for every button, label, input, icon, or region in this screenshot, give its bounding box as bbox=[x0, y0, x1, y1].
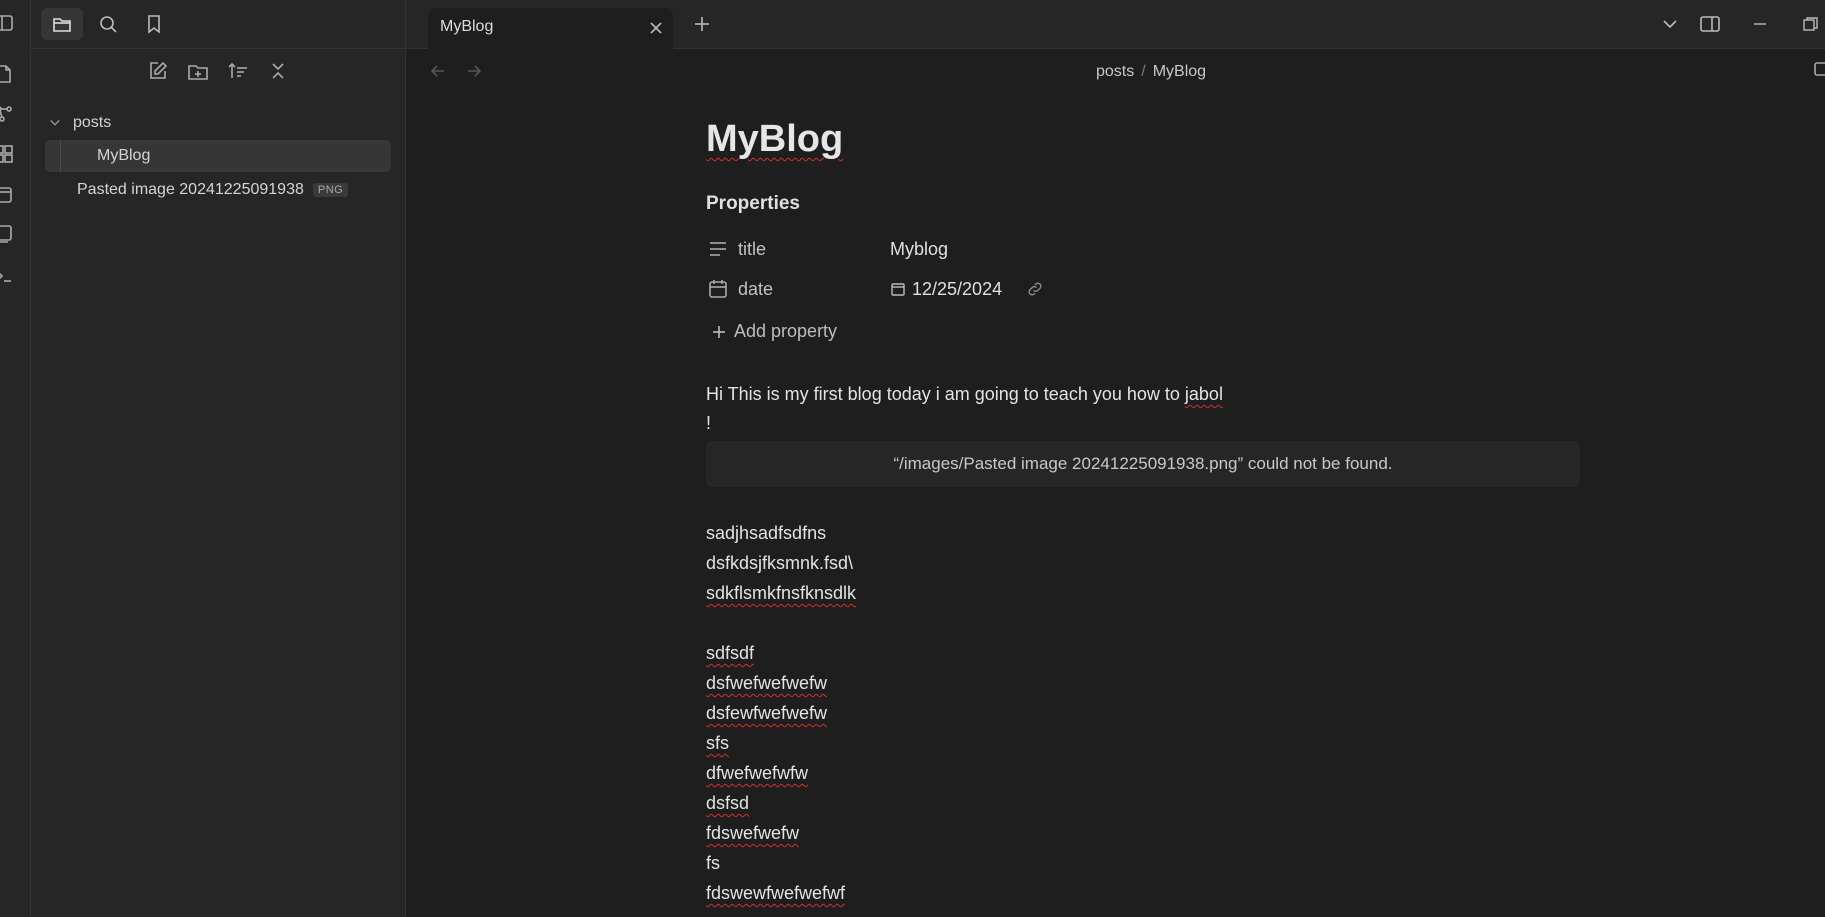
view-header: posts / MyBlog bbox=[406, 49, 1825, 97]
file-extension-badge: PNG bbox=[312, 183, 349, 197]
link-icon[interactable] bbox=[1026, 280, 1044, 298]
tree-file-pasted-image[interactable]: Pasted image 20241225091938 PNG bbox=[45, 174, 349, 206]
property-key[interactable]: title bbox=[706, 237, 890, 261]
right-sidebar-toggle-icon[interactable] bbox=[1699, 13, 1721, 35]
search-tab-button[interactable] bbox=[87, 8, 129, 40]
file-name: MyBlog bbox=[97, 147, 151, 164]
text-lines-icon bbox=[706, 237, 738, 261]
line-text: fdswewfwefwefwf bbox=[706, 883, 846, 903]
templates-icon[interactable] bbox=[0, 224, 14, 244]
sidebar-toggle-icon[interactable] bbox=[0, 13, 14, 33]
page-title[interactable]: MyBlog bbox=[706, 118, 1586, 161]
chevron-down-icon bbox=[45, 117, 67, 129]
line-text: sdkflsmkfnsfknsdlk bbox=[706, 583, 857, 603]
search-icon bbox=[97, 13, 119, 35]
folder-name: posts bbox=[73, 114, 112, 131]
file-explorer-sidebar: posts MyBlog Pasted image 20241225091938… bbox=[31, 0, 406, 917]
line-text: fs bbox=[706, 853, 721, 873]
maximize-icon[interactable] bbox=[1799, 13, 1821, 35]
body-line[interactable]: sfs bbox=[706, 733, 729, 754]
breadcrumb-separator: / bbox=[1141, 63, 1146, 80]
line-text: dsfsd bbox=[706, 793, 750, 813]
line-text: dsfwefwefwefw bbox=[706, 673, 828, 693]
breadcrumb-current[interactable]: MyBlog bbox=[1153, 63, 1206, 80]
date-value[interactable]: 12/25/2024 bbox=[912, 279, 1002, 300]
property-key[interactable]: date bbox=[706, 277, 890, 301]
property-key-label: title bbox=[738, 238, 767, 259]
line-text: sdfsdf bbox=[706, 643, 755, 663]
body-line[interactable]: fdswewfwefwefwf bbox=[706, 883, 845, 904]
tab-title: MyBlog bbox=[440, 18, 494, 35]
line-text: sfs bbox=[706, 733, 730, 753]
add-property-button[interactable]: Add property bbox=[710, 321, 837, 342]
body-paragraph[interactable]: Hi This is my first blog today i am goin… bbox=[706, 384, 1223, 405]
missing-embed-notice: “/images/Pasted image 20241225091938.png… bbox=[706, 441, 1580, 487]
line-text: fdswefwefw bbox=[706, 823, 800, 843]
left-ribbon bbox=[0, 0, 31, 917]
bookmark-icon bbox=[143, 13, 165, 35]
misspelled-word: jabol bbox=[1184, 384, 1223, 404]
add-property-label: Add property bbox=[734, 321, 838, 341]
body-line[interactable]: sdfsdf bbox=[706, 643, 754, 664]
properties-heading[interactable]: Properties bbox=[706, 193, 800, 215]
canvas-icon[interactable] bbox=[0, 144, 14, 164]
body-line[interactable]: fdswefwefw bbox=[706, 823, 799, 844]
property-key-label: date bbox=[738, 278, 774, 299]
property-row-date[interactable]: date 12/25/2024 bbox=[706, 273, 1586, 305]
body-line[interactable]: dfwefwefwfw bbox=[706, 763, 808, 784]
body-line[interactable]: dsfwefwefwefw bbox=[706, 673, 827, 694]
close-icon[interactable] bbox=[645, 17, 667, 39]
body-line[interactable]: sadjhsadfsdfns bbox=[706, 523, 826, 544]
tab-myblog[interactable]: MyBlog bbox=[428, 8, 673, 49]
navigate-back-icon[interactable] bbox=[428, 61, 448, 81]
more-options-icon[interactable] bbox=[1811, 60, 1825, 78]
graph-view-icon[interactable] bbox=[0, 104, 14, 124]
property-value-date[interactable]: 12/25/2024 bbox=[890, 279, 1044, 300]
collapse-all-icon[interactable] bbox=[267, 60, 289, 82]
minimize-icon[interactable] bbox=[1749, 13, 1771, 35]
body-text: Hi This is my first blog today i am goin… bbox=[706, 384, 1180, 404]
command-palette-icon[interactable] bbox=[0, 266, 14, 286]
line-text: dsfewfwefwefw bbox=[706, 703, 828, 723]
bookmarks-tab-button[interactable] bbox=[133, 8, 175, 40]
note-editor[interactable]: MyBlog Properties title Myblog date 12/2… bbox=[706, 100, 1586, 903]
navigate-forward-icon[interactable] bbox=[464, 61, 484, 81]
breadcrumb: posts / MyBlog bbox=[1096, 63, 1206, 81]
new-tab-icon[interactable] bbox=[691, 13, 713, 35]
tree-folder-posts[interactable]: posts bbox=[45, 107, 111, 139]
property-value[interactable]: Myblog bbox=[890, 239, 948, 260]
body-line[interactable]: ! bbox=[706, 413, 711, 434]
tab-list-chevron-icon[interactable] bbox=[1659, 13, 1681, 35]
body-line[interactable]: fs bbox=[706, 853, 720, 874]
file-name: Pasted image 20241225091938 bbox=[77, 181, 304, 198]
tab-bar: MyBlog bbox=[406, 0, 1825, 49]
breadcrumb-parent[interactable]: posts bbox=[1096, 63, 1134, 80]
date-picker-icon[interactable] bbox=[890, 281, 906, 297]
sort-icon[interactable] bbox=[227, 60, 249, 82]
body-line[interactable]: dsfewfwefwefw bbox=[706, 703, 827, 724]
indent-guide bbox=[60, 140, 61, 172]
embed-error-text: “/images/Pasted image 20241225091938.png… bbox=[893, 454, 1393, 473]
calendar-icon bbox=[706, 277, 738, 301]
plus-icon bbox=[710, 323, 734, 341]
property-row-title[interactable]: title Myblog bbox=[706, 233, 1586, 265]
files-tab-button[interactable] bbox=[41, 8, 83, 40]
open-quick-switcher-icon[interactable] bbox=[0, 64, 14, 84]
body-line[interactable]: sdkflsmkfnsfknsdlk bbox=[706, 583, 856, 604]
daily-note-icon[interactable] bbox=[0, 184, 14, 204]
tree-file-myblog[interactable]: MyBlog bbox=[45, 140, 391, 172]
files-icon bbox=[51, 13, 73, 35]
line-text: sadjhsadfsdfns bbox=[706, 523, 827, 543]
body-line[interactable]: dsfsd bbox=[706, 793, 749, 814]
body-line[interactable]: dsfkdsjfksmnk.fsd\ bbox=[706, 553, 853, 574]
line-text: dsfkdsjfksmnk.fsd\ bbox=[706, 553, 854, 573]
sidebar-header bbox=[31, 0, 405, 49]
file-nav-buttons bbox=[31, 60, 405, 82]
new-folder-icon[interactable] bbox=[187, 60, 209, 82]
new-note-icon[interactable] bbox=[147, 60, 169, 82]
line-text: dfwefwefwfw bbox=[706, 763, 809, 783]
